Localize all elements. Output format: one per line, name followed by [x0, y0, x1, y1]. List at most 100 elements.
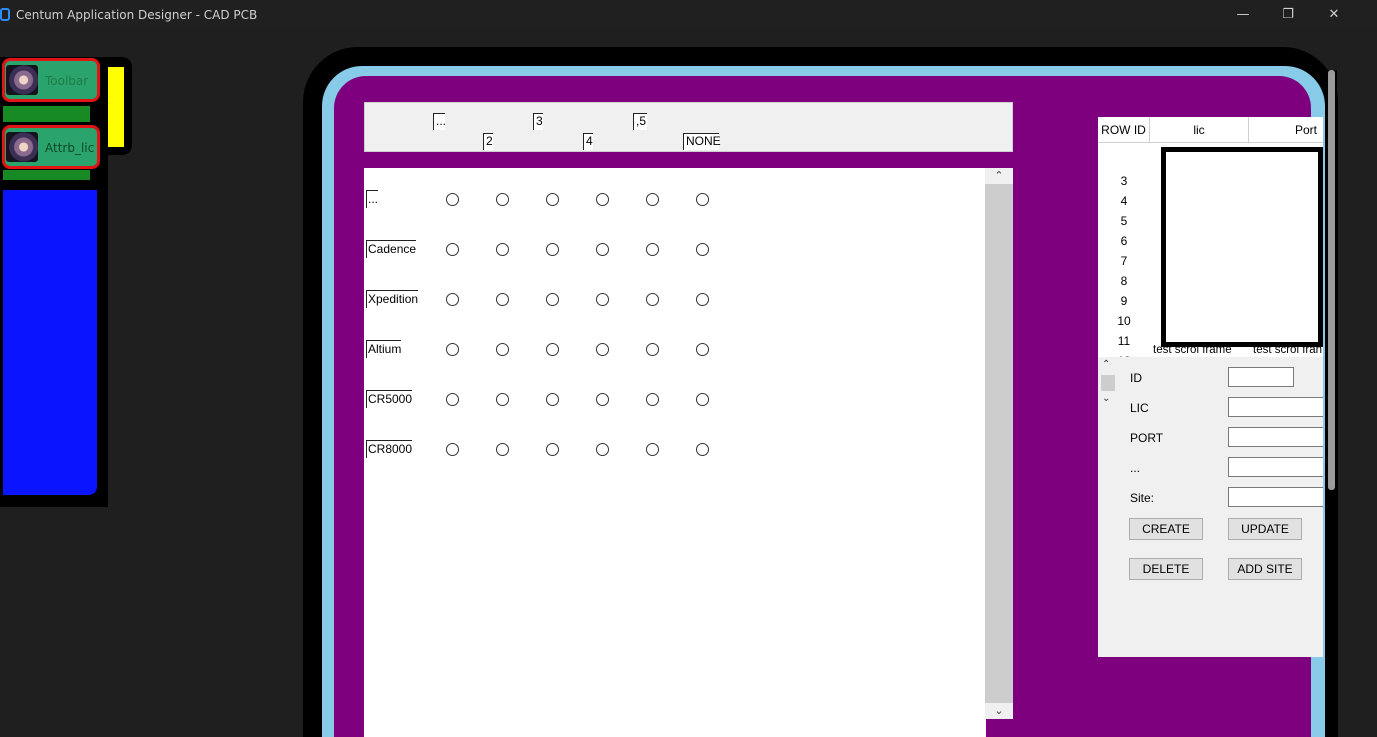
green-bar: [3, 106, 90, 122]
tool-radio-button[interactable]: [546, 393, 559, 406]
license-listbox[interactable]: [1161, 147, 1323, 347]
tool-radio-button[interactable]: [446, 243, 459, 256]
tool-radio-button[interactable]: [446, 343, 459, 356]
tool-radio-button[interactable]: [546, 243, 559, 256]
form-scrollbar-thumb[interactable]: [1101, 375, 1115, 391]
row-id-cell[interactable]: 5: [1112, 214, 1136, 228]
port-field[interactable]: [1228, 427, 1323, 447]
tool-radio-button[interactable]: [646, 293, 659, 306]
site-field[interactable]: [1228, 487, 1323, 507]
lic-field[interactable]: [1228, 397, 1323, 417]
tool-label[interactable]: Cadence: [366, 240, 417, 258]
tool-radio-button[interactable]: [496, 343, 509, 356]
attrb-lic-button-label: Attrb_lic: [45, 141, 95, 155]
tool-radio-button[interactable]: [646, 243, 659, 256]
header-entry[interactable]: 4: [583, 133, 593, 150]
scroll-down-icon[interactable]: ⌄: [1102, 393, 1110, 404]
tool-radio-button[interactable]: [496, 393, 509, 406]
extra-field[interactable]: [1228, 457, 1323, 477]
blue-panel: [3, 190, 97, 495]
minimize-button[interactable]: —: [1233, 5, 1253, 25]
scroll-up-icon[interactable]: ⌃: [985, 168, 1013, 184]
row-id-cell[interactable]: 3: [1112, 174, 1136, 188]
tool-radio-button[interactable]: [446, 193, 459, 206]
header-entry[interactable]: ...: [433, 113, 446, 130]
window-title: Centum Application Designer - CAD PCB: [16, 8, 258, 22]
tool-radio-button[interactable]: [546, 293, 559, 306]
tool-radio-button[interactable]: [696, 443, 709, 456]
tool-radio-button[interactable]: [696, 393, 709, 406]
header-entry[interactable]: 2: [483, 133, 493, 150]
tool-radio-button[interactable]: [696, 243, 709, 256]
row-id-cell[interactable]: 4: [1112, 194, 1136, 208]
galaxy-thumbnail-icon: [6, 132, 38, 162]
tool-label[interactable]: Altium: [366, 340, 402, 358]
row-id-cell[interactable]: 11: [1112, 334, 1136, 348]
header-entry[interactable]: NONE: [683, 133, 721, 150]
column-header-row-id[interactable]: ROW ID: [1098, 117, 1150, 143]
tool-label[interactable]: ...: [366, 190, 379, 208]
tool-radio-button[interactable]: [596, 343, 609, 356]
toolbar-button[interactable]: Toolbar: [2, 58, 100, 102]
title-bar: Centum Application Designer - CAD PCB — …: [0, 0, 1377, 30]
delete-button[interactable]: DELETE: [1129, 558, 1203, 580]
column-header-port[interactable]: Port: [1249, 117, 1323, 143]
tool-radio-button[interactable]: [596, 193, 609, 206]
attrb-lic-button[interactable]: Attrb_lic: [2, 125, 100, 169]
tool-radio-button[interactable]: [496, 443, 509, 456]
tool-radio-button[interactable]: [696, 343, 709, 356]
close-button[interactable]: ✕: [1324, 5, 1344, 25]
tool-radio-button[interactable]: [446, 393, 459, 406]
extra-label: ...: [1130, 461, 1141, 475]
row-id-cell[interactable]: 8: [1112, 274, 1136, 288]
tool-radio-button[interactable]: [646, 443, 659, 456]
yellow-indicator: [108, 67, 124, 147]
tool-radio-button[interactable]: [496, 293, 509, 306]
create-button[interactable]: CREATE: [1129, 518, 1203, 540]
form-scrollbar[interactable]: ⌃ ⌄: [1100, 359, 1115, 405]
window-scrollbar[interactable]: [1326, 70, 1337, 492]
tool-radio-button[interactable]: [496, 193, 509, 206]
tool-radio-button[interactable]: [596, 293, 609, 306]
tool-radio-button[interactable]: [446, 293, 459, 306]
site-label: Site:: [1130, 491, 1155, 505]
license-table: ROW ID lic Port test scrol frame test sc…: [1098, 117, 1323, 357]
tool-radio-button[interactable]: [496, 243, 509, 256]
tool-radio-button[interactable]: [596, 243, 609, 256]
lic-label: LIC: [1130, 401, 1149, 415]
maximize-button[interactable]: ❐: [1278, 5, 1298, 25]
tool-radio-button[interactable]: [546, 193, 559, 206]
tool-list-scrollbar[interactable]: ⌃ ⌄: [985, 168, 1013, 719]
row-id-cell[interactable]: 9: [1112, 294, 1136, 308]
tool-radio-button[interactable]: [696, 293, 709, 306]
tool-radio-button[interactable]: [646, 393, 659, 406]
tool-radio-button[interactable]: [596, 393, 609, 406]
scroll-down-icon[interactable]: ⌄: [985, 703, 1013, 719]
window-scrollbar-thumb[interactable]: [1328, 70, 1335, 490]
tool-radio-button[interactable]: [546, 443, 559, 456]
tool-selection-list: ... Cadence Xpedition Altium CR5000 CR8000: [364, 168, 986, 737]
tool-radio-button[interactable]: [446, 443, 459, 456]
scroll-frame-text: test scrol frame: [1153, 344, 1232, 356]
tool-radio-button[interactable]: [546, 343, 559, 356]
toolbar-button-label: Toolbar: [45, 74, 89, 88]
port-label: PORT: [1130, 431, 1164, 445]
tool-label[interactable]: CR8000: [366, 440, 413, 458]
row-id-cell[interactable]: 7: [1112, 254, 1136, 268]
row-id-cell[interactable]: 6: [1112, 234, 1136, 248]
tool-label[interactable]: CR5000: [366, 390, 413, 408]
tool-radio-button[interactable]: [696, 193, 709, 206]
header-entry[interactable]: ,5: [633, 113, 647, 130]
tool-radio-button[interactable]: [596, 443, 609, 456]
column-header-lic[interactable]: lic: [1150, 117, 1249, 143]
header-entry[interactable]: 3: [533, 113, 543, 130]
update-button[interactable]: UPDATE: [1228, 518, 1302, 540]
tool-label[interactable]: Xpedition: [366, 290, 419, 308]
id-field[interactable]: [1228, 367, 1294, 387]
add-site-button[interactable]: ADD SITE: [1228, 558, 1302, 580]
tool-radio-button[interactable]: [646, 343, 659, 356]
row-id-cell[interactable]: 10: [1112, 314, 1136, 328]
tool-radio-button[interactable]: [646, 193, 659, 206]
header-fields-panel: ... 3 ,5 2 4 NONE: [364, 102, 1013, 152]
scroll-up-icon[interactable]: ⌃: [1102, 359, 1110, 370]
